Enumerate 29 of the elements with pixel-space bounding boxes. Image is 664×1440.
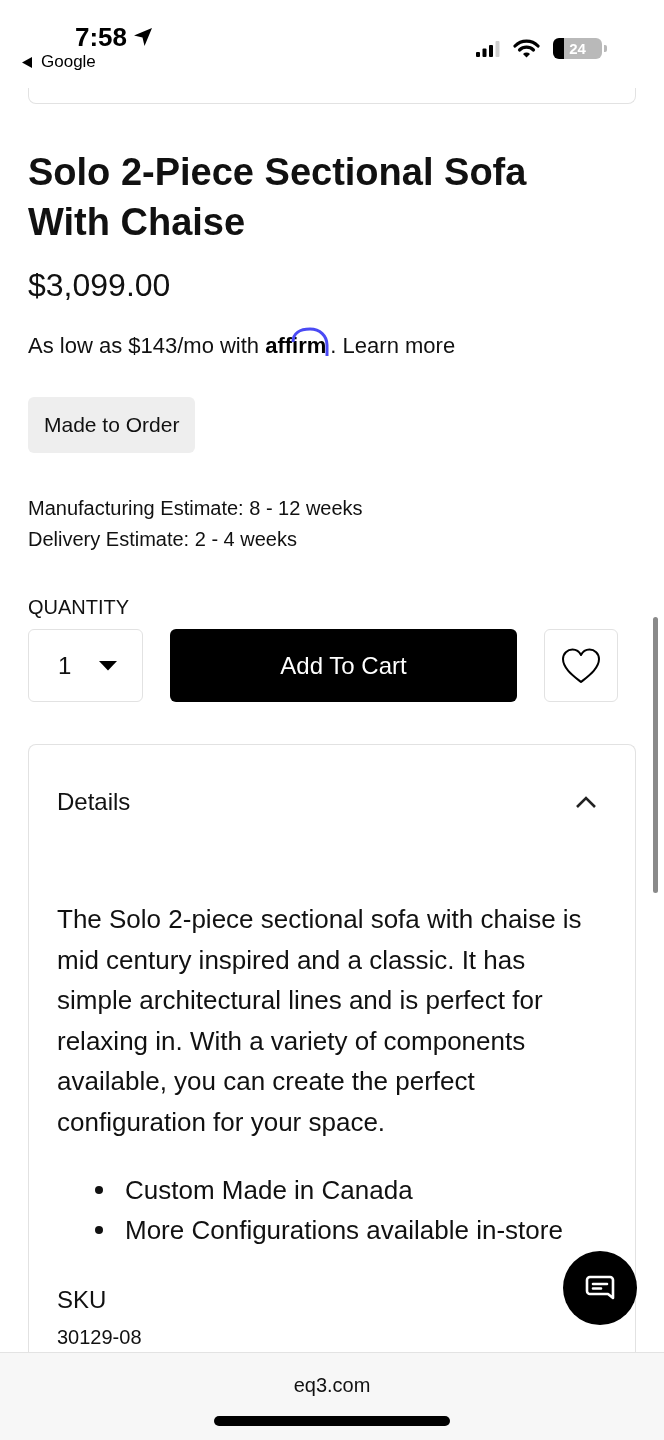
details-toggle[interactable]: Details bbox=[57, 787, 607, 817]
learn-more-link[interactable]: Learn more bbox=[342, 333, 456, 358]
url-text[interactable]: eq3.com bbox=[293, 1372, 371, 1398]
battery-indicator: 24 bbox=[553, 38, 608, 59]
caret-icon bbox=[99, 660, 117, 671]
bullet-text: More Configurations available in-store bbox=[125, 1213, 563, 1247]
chat-icon bbox=[585, 1275, 615, 1301]
made-to-order-badge: Made to Order bbox=[28, 397, 196, 453]
financing-text: As low as $143/mo with affirm . Learn more bbox=[28, 331, 636, 361]
signal-icon bbox=[476, 40, 500, 57]
wishlist-button[interactable] bbox=[544, 629, 618, 702]
back-icon bbox=[22, 56, 32, 68]
product-price: $3,099.00 bbox=[28, 266, 172, 305]
description-text: The Solo 2-piece sectional sofa with chaise is mid century inspired and a classic. It has simple architectural lines and is perfect for relaxing in. With a variety of components available, you can create the perfect configuration for your space. bbox=[57, 903, 583, 1139]
estimate-text: Delivery Estimate: 2 - 4 weeks bbox=[28, 527, 298, 552]
estimate-text: Manufacturing Estimate: 8 - 12 weeks bbox=[28, 496, 364, 521]
back-button[interactable]: Google bbox=[22, 52, 154, 72]
add-to-cart-button[interactable]: Add To Cart bbox=[170, 629, 517, 702]
location-arrow-icon bbox=[133, 27, 154, 47]
product-title: Solo 2-Piece Sectional Sofa With Chaise bbox=[28, 150, 528, 245]
status-time: 7:58 bbox=[75, 22, 128, 52]
sku-label: SKU bbox=[57, 1284, 108, 1315]
bullet-icon bbox=[95, 1225, 103, 1234]
bullet-icon bbox=[95, 1185, 103, 1194]
bullet-text: Custom Made in Canada bbox=[125, 1173, 413, 1207]
wifi-icon bbox=[513, 39, 540, 58]
quantity-label: QUANTITY bbox=[28, 595, 131, 619]
quantity-select[interactable]: 1 bbox=[28, 629, 143, 702]
sku-value: 30129-08 bbox=[57, 1324, 143, 1350]
